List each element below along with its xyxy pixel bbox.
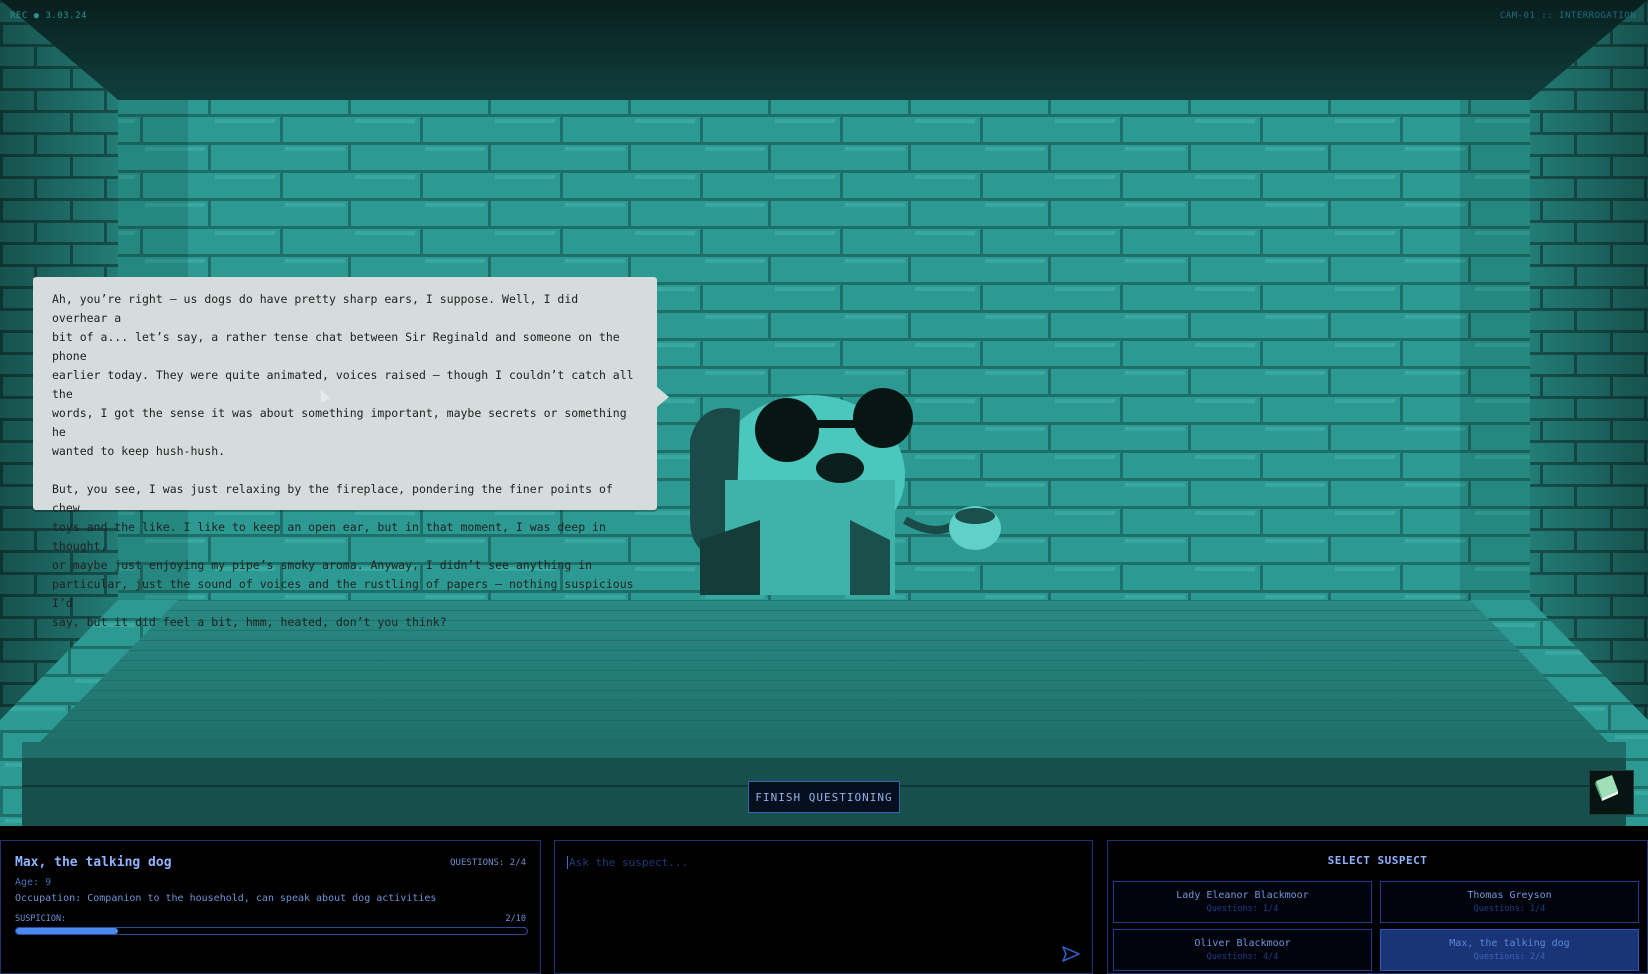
suspect-card-name: Lady Eleanor Blackmoor (1176, 890, 1309, 901)
suspect-card-name: Thomas Greyson (1467, 890, 1552, 901)
suspect-info-panel: Max, the talking dog QUESTIONS: 2/4 Age:… (0, 840, 541, 974)
interrogation-scene: REC ● 3.03.24 CAM-01 :: INTERROGATION Ah… (0, 0, 1648, 826)
suspicion-bar (15, 927, 528, 935)
suspect-name: Max, the talking dog (15, 855, 172, 870)
suspect-card-questions: Questions: 1/4 (1473, 904, 1546, 914)
dialogue-bubble: Ah, you’re right — us dogs do have prett… (33, 277, 669, 629)
suspect-card-name: Max, the talking dog (1449, 938, 1570, 949)
suspect-card-questions: Questions: 4/4 (1206, 952, 1279, 962)
suspect-age: Age: 9 (15, 877, 52, 888)
suspect-card-lady-eleanor[interactable]: Lady Eleanor Blackmoor Questions: 1/4 (1113, 881, 1372, 923)
dialogue-paragraph: But, you see, I was just relaxing by the… (52, 482, 634, 629)
ask-suspect-input[interactable] (567, 855, 1011, 870)
suspicion-value: 2/10 (505, 914, 526, 924)
notebook-button[interactable] (1589, 770, 1634, 815)
questions-count: QUESTIONS: 2/4 (450, 858, 526, 868)
suspect-card-questions: Questions: 2/4 (1473, 952, 1546, 962)
hud-camera-label: CAM-01 :: INTERROGATION (1499, 11, 1636, 21)
hud-recording-label: REC ● 3.03.24 (10, 11, 87, 21)
suspect-card-oliver[interactable]: Oliver Blackmoor Questions: 4/4 (1113, 929, 1372, 971)
suspicion-label: SUSPICION: (15, 914, 67, 924)
suspect-card-max[interactable]: Max, the talking dog Questions: 2/4 (1380, 929, 1639, 971)
suspect-card-thomas[interactable]: Thomas Greyson Questions: 1/4 (1380, 881, 1639, 923)
suspicion-bar-fill (16, 928, 119, 934)
select-suspect-title: SELECT SUSPECT (1327, 854, 1428, 867)
dialogue-paragraph: Ah, you’re right — us dogs do have prett… (52, 292, 634, 458)
ask-panel (554, 840, 1093, 974)
suspect-card-questions: Questions: 1/4 (1206, 904, 1279, 914)
finish-questioning-button[interactable]: FINISH QUESTIONING (748, 781, 900, 813)
select-suspect-panel: SELECT SUSPECT Lady Eleanor Blackmoor Qu… (1107, 840, 1648, 974)
send-icon[interactable] (1060, 943, 1082, 965)
suspect-card-name: Oliver Blackmoor (1194, 938, 1291, 949)
notebook-icon (1595, 775, 1618, 801)
suspect-occupation: Occupation: Companion to the household, … (15, 893, 437, 904)
